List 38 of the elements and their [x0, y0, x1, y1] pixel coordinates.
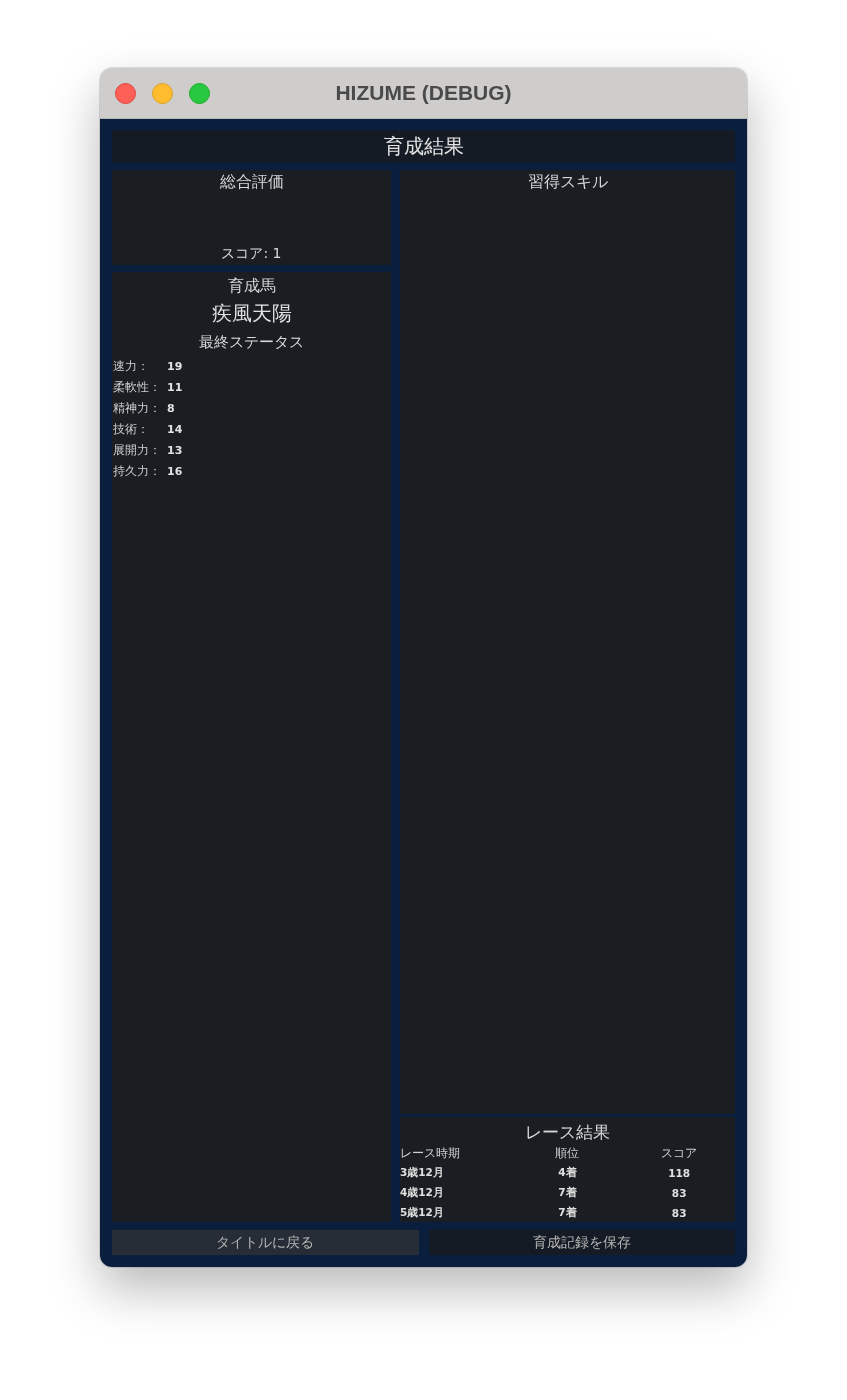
column-header: スコア	[661, 1144, 698, 1162]
panel-title: 習得スキル	[527, 172, 608, 193]
window-title: HIZUME (DEBUG)	[335, 81, 512, 105]
stat-label: 技術：	[113, 420, 150, 438]
panel-title: 育成馬	[227, 276, 276, 297]
table-cell: 7着	[558, 1186, 577, 1201]
table-cell: 83	[671, 1207, 687, 1220]
table-cell: 7着	[558, 1206, 577, 1221]
table-cell: 4着	[558, 1166, 577, 1181]
column-header: レース時期	[400, 1144, 460, 1162]
close-button[interactable]	[115, 82, 136, 104]
stat-value: 16	[167, 464, 183, 478]
save-record-button[interactable]: 育成記録を保存	[428, 1230, 735, 1255]
stat-value: 13	[167, 443, 183, 457]
stat-value: 11	[167, 380, 183, 394]
stat-label: 精神力：	[113, 399, 162, 417]
score-text: スコア: 1	[221, 245, 282, 263]
horse-name: 疾風天陽	[211, 299, 292, 327]
table-cell: 118	[668, 1167, 691, 1180]
table-cell: 4歳12月	[400, 1186, 444, 1201]
stat-label: 速力：	[113, 357, 150, 375]
stat-label: 柔軟性：	[113, 378, 162, 396]
stat-value: 8	[167, 401, 175, 415]
panel-title: 総合評価	[219, 172, 284, 193]
table-cell: 5歳12月	[400, 1206, 444, 1221]
stat-label: 持久力：	[113, 462, 162, 480]
section-title: 最終ステータス	[199, 332, 304, 352]
minimize-button[interactable]	[152, 82, 173, 104]
panel-title: レース結果	[525, 1121, 610, 1144]
stat-value: 14	[167, 422, 183, 436]
page-title: 育成結果	[112, 130, 735, 162]
table-cell: 3歳12月	[400, 1166, 444, 1181]
stat-label: 展開力：	[113, 441, 162, 459]
back-to-title-button[interactable]: タイトルに戻る	[112, 1230, 419, 1255]
stat-value: 19	[167, 359, 183, 373]
maximize-button[interactable]	[189, 82, 210, 104]
table-cell: 83	[671, 1187, 687, 1200]
column-header: 順位	[555, 1144, 580, 1162]
